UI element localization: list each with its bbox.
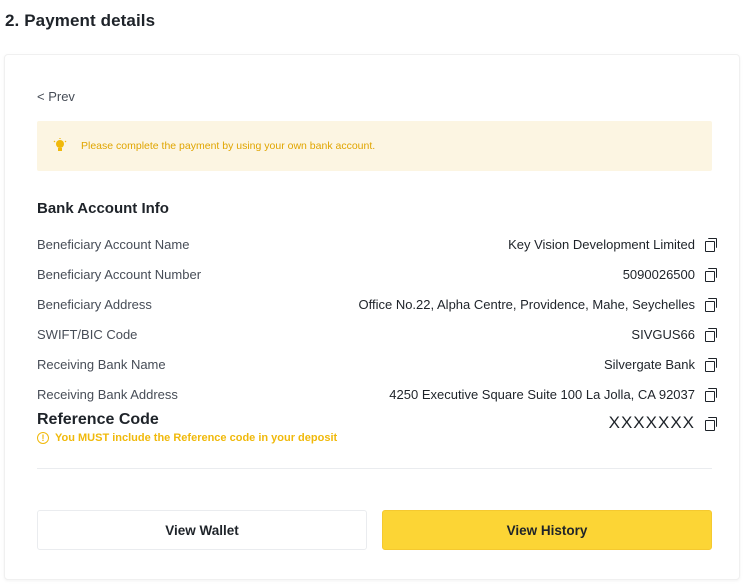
info-value: 4250 Executive Square Suite 100 La Jolla… xyxy=(389,386,695,402)
info-label: Receiving Bank Name xyxy=(37,356,166,372)
info-value: Key Vision Development Limited xyxy=(508,236,695,252)
copy-icon[interactable] xyxy=(705,298,717,312)
copy-icon[interactable] xyxy=(705,268,717,282)
info-label: Beneficiary Address xyxy=(37,296,152,312)
reference-code-value: XXXXXXX xyxy=(608,413,695,432)
copy-icon[interactable] xyxy=(705,328,717,342)
page-title: 2. Payment details xyxy=(5,11,156,30)
copy-icon[interactable] xyxy=(705,358,717,372)
prev-link[interactable]: < Prev xyxy=(37,89,75,104)
view-wallet-button[interactable]: View Wallet xyxy=(37,510,367,550)
reference-warning: ! You MUST include the Reference code in… xyxy=(37,432,717,444)
info-row-swift: SWIFT/BIC Code SIVGUS66 xyxy=(37,319,717,349)
notice-text: Please complete the payment by using you… xyxy=(81,140,376,152)
copy-icon[interactable] xyxy=(705,417,717,431)
info-value: Silvergate Bank xyxy=(603,356,695,372)
lightbulb-icon xyxy=(53,138,67,151)
payment-details-card: < Prev Please complete the payment by us… xyxy=(4,54,740,580)
info-row-bank-name: Receiving Bank Name Silvergate Bank xyxy=(37,349,717,379)
reference-warning-text: You MUST include the Reference code in y… xyxy=(55,432,338,444)
bank-info-list: Beneficiary Account Name Key Vision Deve… xyxy=(37,229,717,409)
reference-code-block: Reference Code XXXXXXX ! You MUST includ… xyxy=(37,411,717,444)
info-value: 5090026500 xyxy=(622,266,695,282)
divider xyxy=(37,468,712,469)
copy-icon[interactable] xyxy=(705,388,717,402)
info-label: Receiving Bank Address xyxy=(37,386,178,402)
info-row-account-number: Beneficiary Account Number 5090026500 xyxy=(37,259,717,289)
notice-banner: Please complete the payment by using you… xyxy=(37,121,712,171)
copy-icon[interactable] xyxy=(705,238,717,252)
info-label: Beneficiary Account Number xyxy=(37,266,202,282)
info-value: Office No.22, Alpha Centre, Providence, … xyxy=(358,296,695,312)
view-history-button[interactable]: View History xyxy=(382,510,712,550)
info-row-address: Beneficiary Address Office No.22, Alpha … xyxy=(37,289,717,319)
info-row-bank-address: Receiving Bank Address 4250 Executive Sq… xyxy=(37,379,717,409)
info-label: SWIFT/BIC Code xyxy=(37,326,138,342)
info-row-account-name: Beneficiary Account Name Key Vision Deve… xyxy=(37,229,717,259)
bank-account-info-title: Bank Account Info xyxy=(37,200,169,217)
info-value: SIVGUS66 xyxy=(631,326,695,342)
warning-icon: ! xyxy=(37,432,49,444)
info-label: Beneficiary Account Name xyxy=(37,236,190,252)
